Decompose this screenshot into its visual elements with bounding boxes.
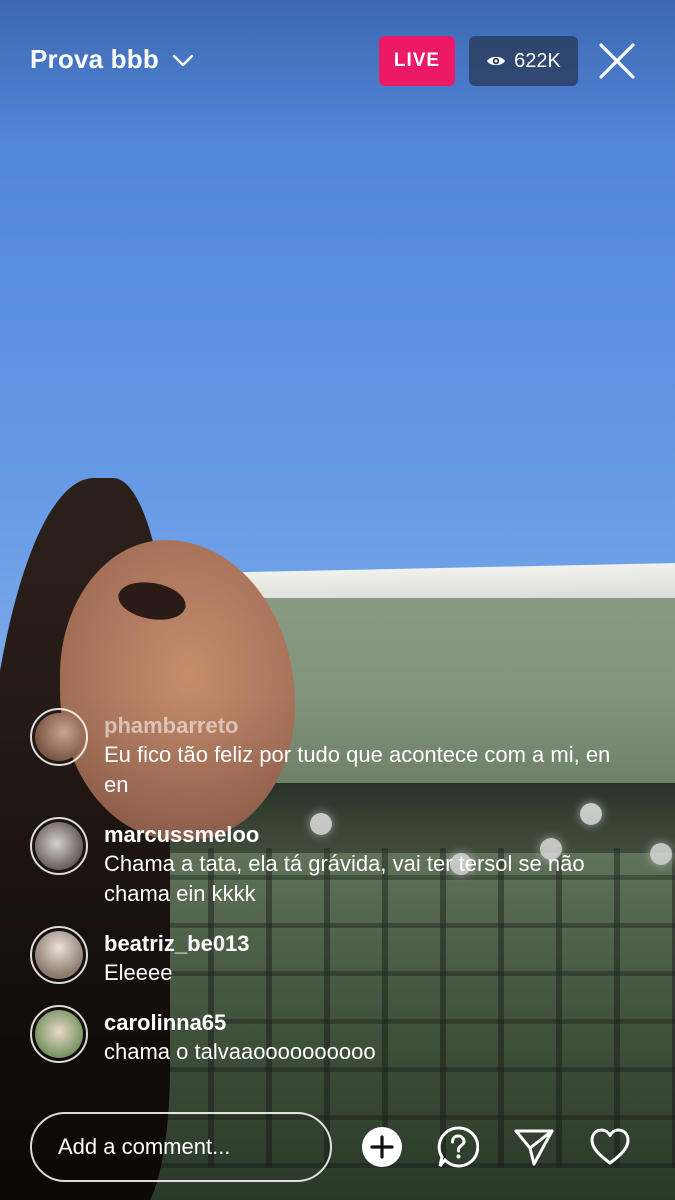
comment-username[interactable]: beatriz_be013 — [104, 930, 250, 958]
comment-message: Eu fico tão feliz por tudo que acontece … — [104, 742, 611, 797]
live-header: Prova bbb LIVE 622K — [0, 0, 675, 120]
avatar[interactable] — [30, 817, 88, 875]
heart-icon[interactable] — [589, 1126, 631, 1168]
bottom-toolbar — [0, 1108, 675, 1188]
comment-message: chama o talvaaoooooooooo — [104, 1039, 376, 1064]
live-title: Prova bbb — [30, 44, 159, 74]
send-icon[interactable] — [513, 1126, 555, 1168]
comment-message: Eleeee — [104, 960, 173, 985]
comment-item: phambarreto Eu fico tão feliz por tudo q… — [30, 708, 630, 800]
add-circle-icon[interactable] — [361, 1126, 403, 1168]
close-icon[interactable] — [596, 40, 638, 82]
comment-item: carolinna65 chama o talvaaoooooooooo — [30, 1005, 630, 1067]
comments-list: phambarreto Eu fico tão feliz por tudo q… — [30, 708, 630, 1084]
live-badge-label: LIVE — [393, 50, 441, 71]
comment-username[interactable]: marcussmeloo — [104, 821, 624, 849]
question-icon[interactable] — [437, 1126, 479, 1168]
avatar[interactable] — [30, 1005, 88, 1063]
chevron-down-icon — [172, 54, 194, 66]
avatar[interactable] — [30, 708, 88, 766]
comment-item: beatriz_be013 Eleeee — [30, 926, 630, 988]
viewer-count: 622K — [514, 49, 561, 72]
eye-icon — [487, 56, 506, 66]
comment-username[interactable]: phambarreto — [104, 712, 624, 740]
comment-username[interactable]: carolinna65 — [104, 1009, 376, 1037]
comment-message: Chama a tata, ela tá grávida, vai ter te… — [104, 851, 585, 906]
comment-input[interactable] — [30, 1112, 332, 1182]
avatar[interactable] — [30, 926, 88, 984]
comment-item: marcussmeloo Chama a tata, ela tá grávid… — [30, 817, 630, 909]
live-badge: LIVE — [379, 36, 455, 86]
viewer-count-badge[interactable]: 622K — [469, 36, 578, 86]
live-title-dropdown[interactable]: Prova bbb — [30, 44, 195, 75]
